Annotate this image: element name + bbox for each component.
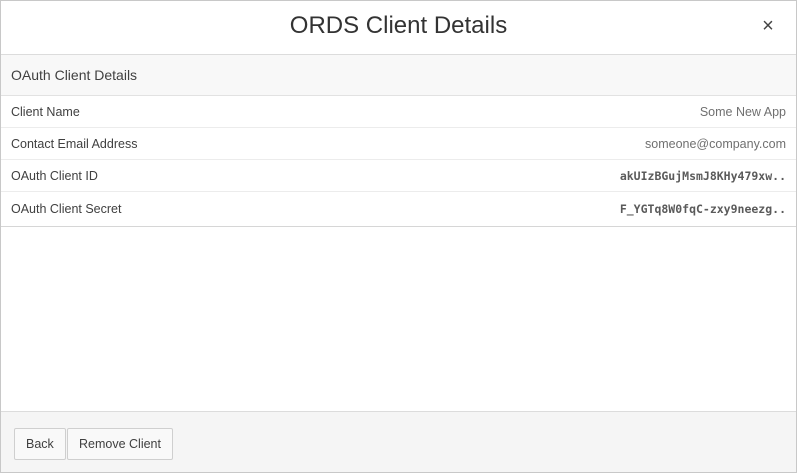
client-id-label: OAuth Client ID [11, 168, 98, 183]
client-name-label: Client Name [11, 104, 80, 119]
client-name-value: Some New App [699, 104, 786, 119]
client-id-row: OAuth Client ID akUIzBGujMsmJ8KHy479xw.. [1, 160, 796, 192]
dialog-titlebar: ORDS Client Details × [1, 1, 796, 55]
dialog-title: ORDS Client Details [289, 12, 508, 39]
contact-email-label: Contact Email Address [11, 136, 138, 151]
client-name-row: Client Name Some New App [1, 96, 796, 128]
contact-email-row: Contact Email Address someone@company.co… [1, 128, 796, 160]
region-title: OAuth Client Details [1, 55, 796, 96]
client-secret-row: OAuth Client Secret F_YGTq8W0fqC-zxy9nee… [1, 192, 796, 225]
contact-email-value: someone@company.com [645, 136, 786, 151]
remove-client-button[interactable]: Remove Client [67, 428, 173, 460]
close-icon[interactable]: × [758, 14, 778, 38]
oauth-client-details-region: OAuth Client Details Client Name Some Ne… [1, 55, 796, 227]
dialog-footer: Back Remove Client [1, 411, 796, 472]
ords-client-details-dialog: ORDS Client Details × OAuth Client Detai… [0, 0, 797, 473]
back-button[interactable]: Back [14, 428, 66, 460]
client-secret-value: F_YGTq8W0fqC-zxy9neezg.. [619, 201, 786, 216]
client-secret-label: OAuth Client Secret [11, 201, 122, 216]
client-id-value: akUIzBGujMsmJ8KHy479xw.. [619, 168, 786, 183]
